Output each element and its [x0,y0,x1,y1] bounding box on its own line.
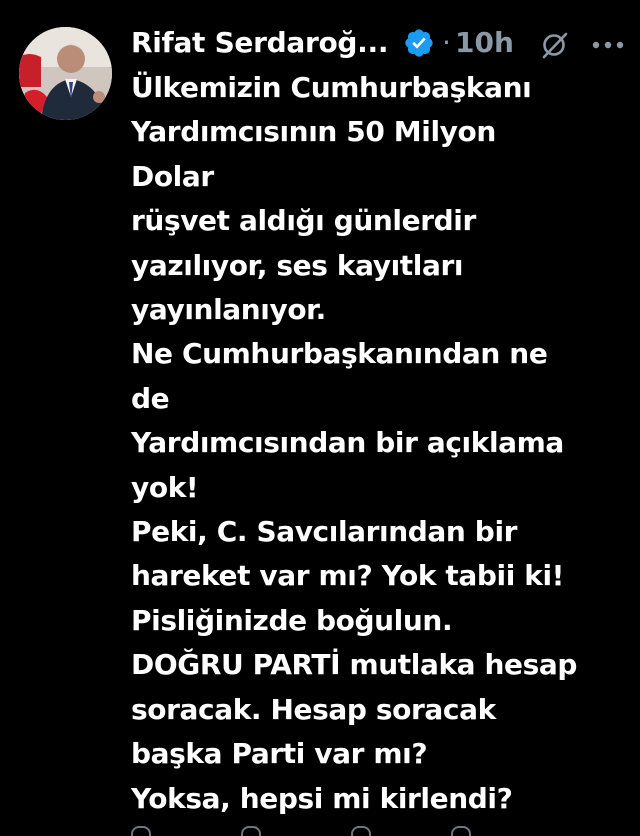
like-icon[interactable] [351,826,371,836]
verified-badge-icon [405,29,433,57]
author-avatar[interactable] [19,27,112,120]
grok-icon[interactable] [540,30,570,60]
action-bar [131,826,611,836]
tweet-text: Ülkemizin Cumhurbaşkanı Yardımcısının 50… [131,71,578,815]
separator-dot: · [442,26,451,59]
retweet-icon[interactable] [241,826,261,836]
tweet-header: Rifat Serdaroğ... · 10h [131,22,626,64]
more-options-icon[interactable] [591,40,625,50]
reply-icon[interactable] [131,826,151,836]
views-icon[interactable] [451,826,471,836]
timestamp[interactable]: 10h [455,25,514,61]
author-name[interactable]: Rifat Serdaroğ... [131,25,388,61]
